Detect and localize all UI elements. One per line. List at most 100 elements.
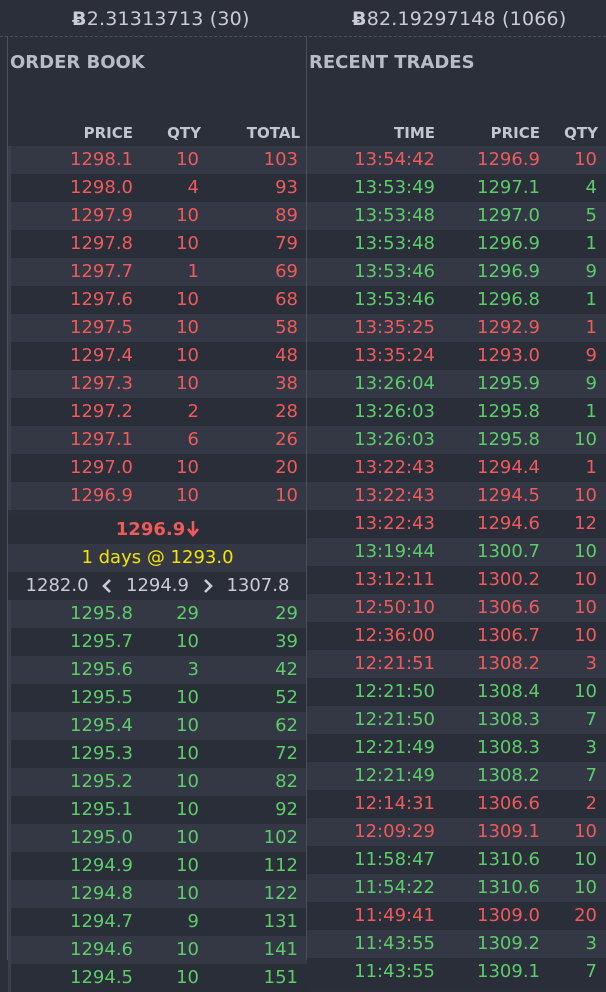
trade-time: 12:21:49: [354, 765, 435, 786]
trade-row[interactable]: 13:53:49 1297.1 4: [307, 174, 606, 202]
order-book-row[interactable]: 1295.6 3 42: [8, 656, 307, 684]
trade-row[interactable]: 12:21:51 1308.2 3: [307, 650, 606, 678]
trade-row[interactable]: 12:21:49 1308.3 3: [307, 734, 606, 762]
order-book-row[interactable]: 1296.9 10 10: [8, 482, 307, 510]
order-book-row[interactable]: 1295.5 10 52: [8, 684, 307, 712]
trade-row[interactable]: 11:58:47 1310.6 10: [307, 846, 606, 874]
trade-row[interactable]: 12:21:50 1308.3 7: [307, 706, 606, 734]
order-price: 1297.1: [70, 429, 133, 450]
order-book-row[interactable]: 1298.0 4 93: [8, 174, 307, 202]
row-marker: [8, 684, 11, 712]
trade-qty: 10: [574, 625, 597, 646]
order-price: 1297.5: [70, 317, 133, 338]
trade-time: 13:26:03: [354, 401, 435, 422]
trade-price: 1308.2: [477, 765, 540, 786]
order-total: 58: [275, 317, 298, 338]
trade-row[interactable]: 13:53:46 1296.9 9: [307, 258, 606, 286]
order-book-row[interactable]: 1297.8 10 79: [8, 230, 307, 258]
trade-row[interactable]: 12:21:50 1308.4 10: [307, 678, 606, 706]
recent-trades-header-qty[interactable]: QTY: [564, 124, 598, 146]
order-book-row[interactable]: 1295.1 10 92: [8, 796, 307, 824]
row-marker: [8, 964, 11, 992]
order-book-row[interactable]: 1297.4 10 48: [8, 342, 307, 370]
trade-row[interactable]: 11:43:55 1309.1 7: [307, 958, 606, 986]
trade-price: 1296.9: [477, 233, 540, 254]
chevron-right-icon[interactable]: [203, 579, 213, 593]
trade-row[interactable]: 12:14:31 1306.6 2: [307, 790, 606, 818]
order-book-header-qty[interactable]: QTY: [167, 124, 201, 146]
trade-qty: 7: [585, 709, 597, 730]
row-marker: [8, 370, 11, 398]
trade-row[interactable]: 13:53:46 1296.8 1: [307, 286, 606, 314]
chevron-left-icon[interactable]: [102, 579, 112, 593]
order-book-row[interactable]: 1297.1 6 26: [8, 426, 307, 454]
order-book-row[interactable]: 1295.2 10 82: [8, 768, 307, 796]
order-price: 1295.7: [70, 631, 133, 652]
trade-time: 11:43:55: [354, 933, 435, 954]
trade-row[interactable]: 13:22:43 1294.4 1: [307, 454, 606, 482]
order-book-header-total[interactable]: TOTAL: [247, 124, 300, 146]
trade-row[interactable]: 12:09:29 1309.1 10: [307, 818, 606, 846]
order-book-row[interactable]: 1294.9 10 112: [8, 852, 307, 880]
row-marker: [8, 174, 11, 202]
trade-time: 13:54:42: [354, 149, 435, 170]
row-marker: [8, 398, 11, 426]
row-marker: [8, 482, 11, 510]
order-book-row[interactable]: 1298.1 10 103: [8, 146, 307, 174]
order-book-row[interactable]: 1295.7 10 39: [8, 628, 307, 656]
order-total: 82: [275, 771, 298, 792]
range-low: 1282.0: [25, 575, 89, 596]
last-price[interactable]: 1296.9: [8, 516, 307, 544]
order-qty: 2: [187, 401, 199, 422]
order-book-row[interactable]: 1295.3 10 72: [8, 740, 307, 768]
trade-row[interactable]: 12:50:10 1306.6 10: [307, 594, 606, 622]
trade-row[interactable]: 13:53:48 1297.0 5: [307, 202, 606, 230]
order-book-row[interactable]: 1297.7 1 69: [8, 258, 307, 286]
order-price: 1295.1: [70, 799, 133, 820]
trade-price: 1308.3: [477, 709, 540, 730]
order-price: 1295.0: [70, 827, 133, 848]
order-book-row[interactable]: 1294.5 10 151: [8, 964, 307, 992]
range-mid: 1294.9: [126, 575, 189, 596]
trade-time: 13:53:46: [354, 261, 435, 282]
trade-row[interactable]: 13:22:43 1294.5 10: [307, 482, 606, 510]
order-total: 131: [263, 911, 298, 932]
trade-row[interactable]: 11:49:41 1309.0 20: [307, 902, 606, 930]
recent-trades-header-time[interactable]: TIME: [394, 124, 435, 146]
trade-price: 1295.9: [477, 373, 540, 394]
recent-trades-header-price[interactable]: PRICE: [491, 124, 540, 146]
trade-row[interactable]: 13:54:42 1296.9 10: [307, 146, 606, 174]
trade-row[interactable]: 11:54:22 1310.6 10: [307, 874, 606, 902]
order-total: 28: [275, 401, 298, 422]
trade-qty: 2: [585, 793, 597, 814]
trade-row[interactable]: 13:35:24 1293.0 9: [307, 342, 606, 370]
trade-qty: 10: [574, 681, 597, 702]
order-book-row[interactable]: 1294.7 9 131: [8, 908, 307, 936]
balance-right-value: 82.19297148 (1066): [366, 8, 567, 30]
trade-row[interactable]: 12:21:49 1308.2 7: [307, 762, 606, 790]
trade-row[interactable]: 12:36:00 1306.7 10: [307, 622, 606, 650]
trade-row[interactable]: 13:26:03 1295.8 10: [307, 426, 606, 454]
order-book-row[interactable]: 1297.3 10 38: [8, 370, 307, 398]
order-book-row[interactable]: 1295.4 10 62: [8, 712, 307, 740]
trade-row[interactable]: 13:35:25 1292.9 1: [307, 314, 606, 342]
trade-row[interactable]: 13:26:04 1295.9 9: [307, 370, 606, 398]
order-book-row[interactable]: 1295.8 29 29: [8, 600, 307, 628]
order-book-row[interactable]: 1295.0 10 102: [8, 824, 307, 852]
order-book-title: ORDER BOOK: [10, 52, 145, 73]
order-book-row[interactable]: 1294.8 10 122: [8, 880, 307, 908]
trade-row[interactable]: 13:12:11 1300.2 10: [307, 566, 606, 594]
row-marker: [8, 740, 11, 768]
order-book-row[interactable]: 1297.2 2 28: [8, 398, 307, 426]
order-book-row[interactable]: 1297.6 10 68: [8, 286, 307, 314]
order-book-row[interactable]: 1297.5 10 58: [8, 314, 307, 342]
trade-row[interactable]: 13:22:43 1294.6 12: [307, 510, 606, 538]
trade-row[interactable]: 13:26:03 1295.8 1: [307, 398, 606, 426]
order-book-header-price[interactable]: PRICE: [84, 124, 133, 146]
trade-row[interactable]: 11:43:55 1309.2 3: [307, 930, 606, 958]
order-book-row[interactable]: 1297.0 10 20: [8, 454, 307, 482]
trade-row[interactable]: 13:19:44 1300.7 10: [307, 538, 606, 566]
trade-row[interactable]: 13:53:48 1296.9 1: [307, 230, 606, 258]
order-book-row[interactable]: 1297.9 10 89: [8, 202, 307, 230]
trade-price: 1295.8: [477, 401, 540, 422]
